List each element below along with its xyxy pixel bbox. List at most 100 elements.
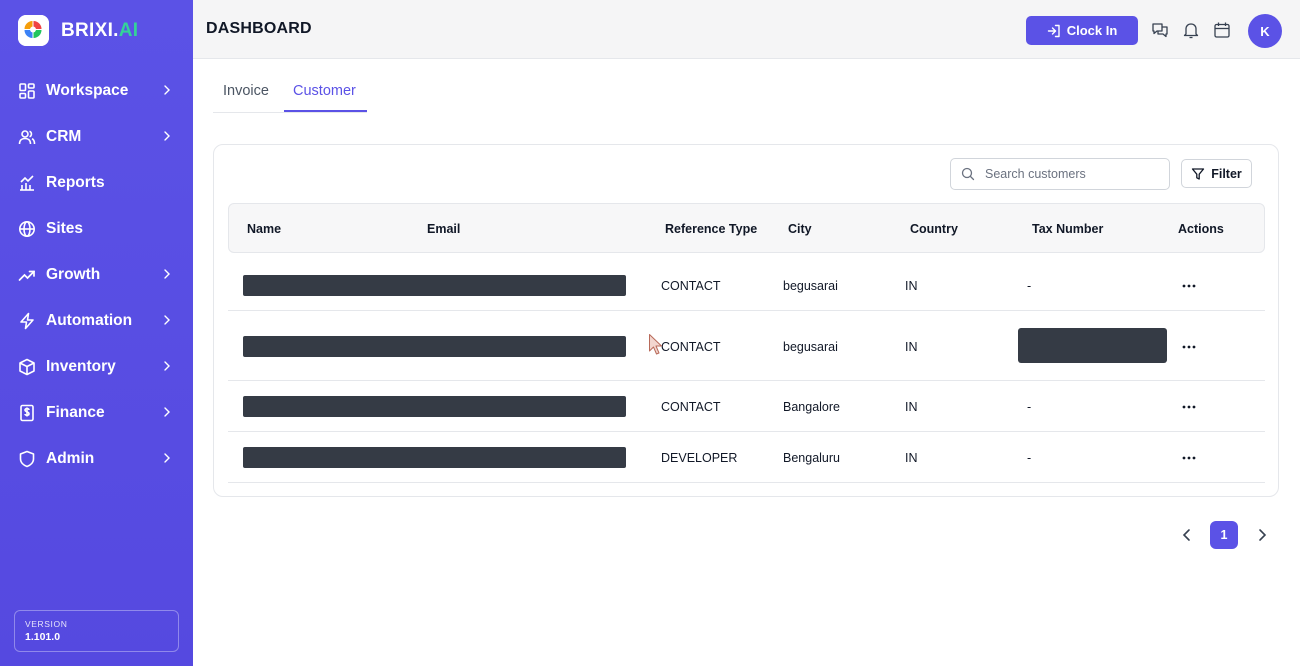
sidebar: BRIXI.AI Workspace CRM Reports Sites Gro…	[0, 0, 193, 666]
chevron-right-icon	[161, 359, 173, 373]
sidebar-item-automation[interactable]: Automation	[0, 298, 193, 344]
chevron-right-icon	[161, 451, 173, 465]
users-icon	[18, 128, 36, 146]
sidebar-item-label: Admin	[46, 450, 95, 467]
column-header-reference-type[interactable]: Reference Type	[665, 222, 757, 236]
cell-tax-number: -	[1027, 279, 1032, 293]
search-box[interactable]	[950, 158, 1170, 190]
active-tab-indicator	[284, 110, 367, 112]
sidebar-item-label: Growth	[46, 266, 101, 283]
version-box: VERSION 1.101.0	[14, 610, 179, 652]
search-icon	[961, 167, 975, 181]
version-label: VERSION	[25, 619, 68, 629]
tab-bar: Invoice Customer	[213, 76, 367, 113]
chevron-right-icon	[161, 83, 173, 97]
cell-reference-type: CONTACT	[661, 340, 721, 354]
pagination-page-current[interactable]: 1	[1210, 521, 1238, 549]
sidebar-item-admin[interactable]: Admin	[0, 436, 193, 482]
chart-icon	[18, 174, 36, 192]
more-actions-icon[interactable]	[1181, 339, 1197, 349]
sidebar-item-finance[interactable]: Finance	[0, 390, 193, 436]
column-header-email[interactable]: Email	[427, 222, 460, 236]
cell-country: IN	[905, 400, 918, 414]
tab-customer[interactable]: Customer	[293, 83, 356, 99]
sidebar-item-inventory[interactable]: Inventory	[0, 344, 193, 390]
clock-in-label: Clock In	[1066, 23, 1118, 38]
more-actions-icon[interactable]	[1181, 278, 1197, 288]
cell-city: Bangalore	[783, 400, 840, 414]
filter-icon	[1191, 167, 1205, 181]
sidebar-item-growth[interactable]: Growth	[0, 252, 193, 298]
mouse-cursor-icon	[648, 333, 664, 357]
column-header-city[interactable]: City	[788, 222, 812, 236]
sidebar-item-reports[interactable]: Reports	[0, 160, 193, 206]
page-title: DASHBOARD	[206, 20, 312, 37]
grid-icon	[18, 82, 36, 100]
table-row[interactable]: CONTACT Bangalore IN -	[228, 381, 1265, 432]
tab-invoice[interactable]: Invoice	[223, 83, 269, 99]
chevron-right-icon	[161, 313, 173, 327]
sidebar-item-label: Inventory	[46, 358, 116, 375]
bell-icon[interactable]	[1182, 21, 1200, 39]
sidebar-item-label: Finance	[46, 404, 105, 421]
chevron-left-icon[interactable]	[1179, 527, 1195, 543]
sidebar-item-crm[interactable]: CRM	[0, 114, 193, 160]
redacted-name-email	[243, 396, 626, 417]
cell-country: IN	[905, 451, 918, 465]
sidebar-item-label: Sites	[46, 220, 84, 237]
brand-logo-icon	[18, 15, 49, 46]
trending-up-icon	[18, 266, 36, 284]
sidebar-item-label: Reports	[46, 174, 105, 191]
column-header-tax-number[interactable]: Tax Number	[1032, 222, 1103, 236]
column-header-name[interactable]: Name	[247, 222, 281, 236]
clock-in-button[interactable]: Clock In	[1026, 16, 1138, 45]
sidebar-item-label: CRM	[46, 128, 82, 145]
redacted-name-email	[243, 447, 626, 468]
lightning-icon	[18, 312, 36, 330]
table-header: Name Email Reference Type City Country T…	[228, 203, 1265, 253]
cell-city: begusarai	[783, 340, 838, 354]
chevron-right-icon	[161, 267, 173, 281]
sidebar-item-sites[interactable]: Sites	[0, 206, 193, 252]
calendar-icon[interactable]	[1213, 21, 1231, 39]
brand-name: BRIXI.AI	[61, 19, 139, 41]
cell-city: begusarai	[783, 279, 838, 293]
cell-country: IN	[905, 340, 918, 354]
customers-card: Filter Name Email Reference Type City Co…	[213, 144, 1279, 497]
column-header-actions: Actions	[1178, 222, 1224, 236]
chevron-right-icon[interactable]	[1254, 527, 1270, 543]
chevron-right-icon	[161, 129, 173, 143]
redacted-name-email	[243, 275, 626, 296]
sidebar-item-label: Automation	[46, 312, 133, 329]
filter-button[interactable]: Filter	[1181, 159, 1252, 188]
cell-reference-type: CONTACT	[661, 400, 721, 414]
redacted-tax-number	[1018, 328, 1167, 363]
sign-in-icon	[1047, 24, 1061, 38]
user-avatar[interactable]: K	[1248, 14, 1282, 48]
table-row[interactable]: CONTACT begusarai IN	[228, 311, 1265, 381]
cell-tax-number: -	[1027, 400, 1032, 414]
sidebar-item-workspace[interactable]: Workspace	[0, 68, 193, 114]
cell-tax-number: -	[1027, 451, 1032, 465]
shield-icon	[18, 450, 36, 468]
redacted-name-email	[243, 336, 626, 357]
more-actions-icon[interactable]	[1181, 399, 1197, 409]
cell-reference-type: DEVELOPER	[661, 451, 738, 465]
version-value: 1.101.0	[25, 631, 61, 643]
cell-city: Bengaluru	[783, 451, 840, 465]
table-row[interactable]: CONTACT begusarai IN -	[228, 255, 1265, 311]
sidebar-nav: Workspace CRM Reports Sites Growth Autom…	[0, 68, 193, 482]
column-header-country[interactable]: Country	[910, 222, 958, 236]
chevron-right-icon	[161, 405, 173, 419]
cell-reference-type: CONTACT	[661, 279, 721, 293]
chat-icon[interactable]	[1151, 21, 1169, 39]
search-input[interactable]	[985, 167, 1155, 181]
top-header: DASHBOARD Clock In K	[193, 0, 1300, 59]
more-actions-icon[interactable]	[1181, 450, 1197, 460]
table-row[interactable]: DEVELOPER Bengaluru IN -	[228, 432, 1265, 483]
cell-country: IN	[905, 279, 918, 293]
filter-label: Filter	[1211, 166, 1242, 181]
box-icon	[18, 358, 36, 376]
brand[interactable]: BRIXI.AI	[18, 15, 138, 46]
sidebar-item-label: Workspace	[46, 82, 129, 99]
